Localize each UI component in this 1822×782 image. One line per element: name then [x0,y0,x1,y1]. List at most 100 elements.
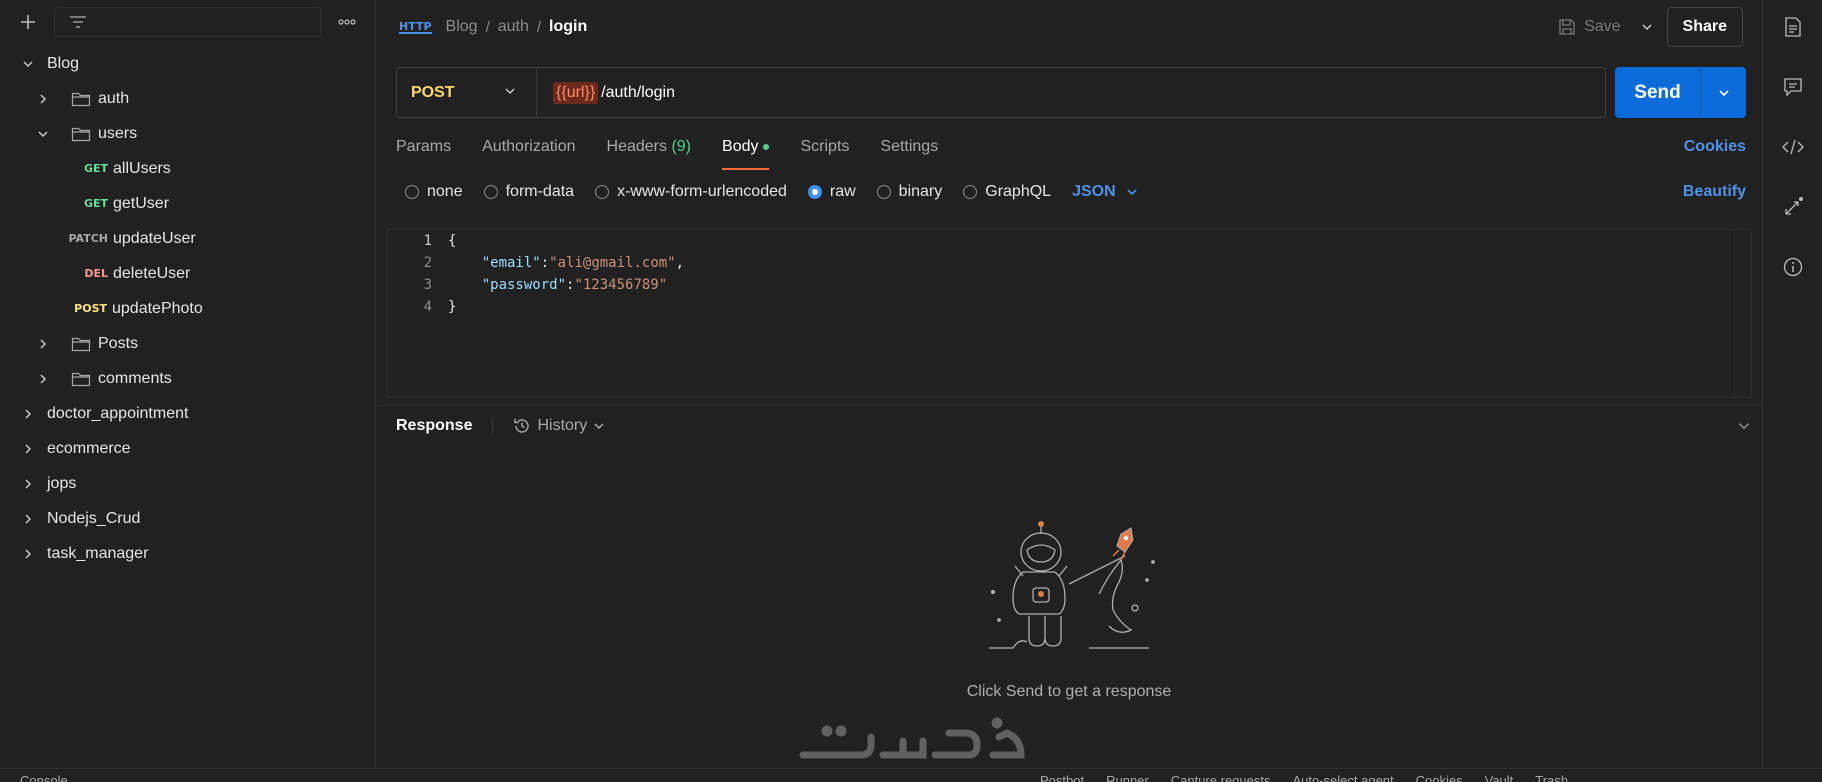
chevron-right-icon[interactable] [35,91,51,107]
language-select[interactable]: JSON [1072,183,1138,201]
folder-icon [71,370,91,388]
chevron-down-icon[interactable] [35,126,51,142]
tab-authorization[interactable]: Authorization [482,128,575,168]
json-value: "123456789" [574,277,668,293]
add-icon[interactable] [12,6,44,38]
method-badge: POST [74,302,107,315]
code-line: 2 "email":"ali@gmail.com", [388,252,1751,274]
body-code-editor[interactable]: 1 { 2 "email":"ali@gmail.com", 3 "passwo… [387,229,1752,398]
body-option-binary[interactable]: binary [876,183,942,201]
info-icon[interactable] [1781,255,1805,279]
url-path: /auth/login [601,83,675,101]
request-name[interactable]: login [549,18,587,36]
request-label: updateUser [113,229,196,247]
collection-item-blog[interactable]: Blog [0,46,375,81]
code-snippet-icon[interactable] [1781,135,1805,159]
send-options-chevron-down-icon[interactable] [1701,87,1746,99]
documentation-icon[interactable] [1781,15,1805,39]
right-rail [1762,0,1822,768]
status-auto-select-agent[interactable]: Auto-select agent [1292,773,1393,782]
folder-icon [71,335,91,353]
send-button[interactable]: Send [1615,82,1700,104]
save-options-chevron-down-icon[interactable] [1635,21,1659,33]
option-label: x-www-form-urlencoded [617,183,787,200]
code-text: "email":"ali@gmail.com", [481,255,685,271]
line-number: 3 [423,277,432,293]
status-vault[interactable]: Vault [1485,773,1514,782]
chevron-right-icon[interactable] [35,336,51,352]
request-item-getuser[interactable]: GET getUser [0,186,375,221]
radio-icon[interactable] [876,185,891,199]
url-input[interactable]: {{url}} /auth/login [537,81,675,104]
collection-label: Blog [47,54,80,72]
chevron-right-icon[interactable] [20,511,36,527]
share-button[interactable]: Share [1666,7,1743,47]
tab-headers[interactable]: Headers (9) [607,128,692,168]
tab-body[interactable]: Body [722,128,770,170]
breadcrumb-separator: / [536,18,542,36]
filter-icon [70,16,86,28]
body-option-form-data[interactable]: form-data [483,183,574,201]
collection-item-doctor-appointment[interactable]: doctor_appointment [0,396,375,431]
comments-icon[interactable] [1781,75,1805,99]
status-capture-requests[interactable]: Capture requests [1171,773,1271,782]
status-trash[interactable]: Trash [1535,773,1568,782]
tab-params[interactable]: Params [396,128,451,168]
radio-icon[interactable] [483,185,498,199]
chevron-right-icon[interactable] [20,441,36,457]
method-select[interactable]: POST [397,68,537,117]
chevron-right-icon[interactable] [20,476,36,492]
collection-label: Nodejs_Crud [47,509,141,527]
request-item-updatephoto[interactable]: POST updatePhoto [0,291,375,326]
folder-item-auth[interactable]: auth [0,81,375,116]
status-cookies[interactable]: Cookies [1416,773,1463,782]
breadcrumb-folder[interactable]: auth [498,18,529,36]
editor-scrollbar[interactable] [1734,230,1735,397]
chevron-right-icon[interactable] [20,546,36,562]
tab-settings[interactable]: Settings [880,128,938,168]
body-option-none[interactable]: none [405,183,463,201]
folder-item-users[interactable]: users [0,116,375,151]
chevron-right-icon[interactable] [20,406,36,422]
folder-label: auth [98,89,130,107]
collection-item-task-manager[interactable]: task_manager [0,536,375,571]
sidebar-search-input[interactable] [54,7,321,37]
collection-item-jops[interactable]: jops [0,466,375,501]
request-item-allusers[interactable]: GET allUsers [0,151,375,186]
history-dropdown[interactable]: History [513,417,605,435]
chevron-down-icon[interactable] [20,56,36,72]
body-option-raw[interactable]: raw [807,183,856,201]
radio-icon[interactable] [595,185,610,199]
tab-scripts[interactable]: Scripts [800,128,849,168]
cookies-link[interactable]: Cookies [1684,128,1746,156]
chevron-right-icon[interactable] [35,371,51,387]
http-request-icon: HTTP [399,19,432,34]
request-item-updateuser[interactable]: PATCH updateUser [0,221,375,256]
radio-icon[interactable] [963,185,978,199]
collection-item-nodejs-crud[interactable]: Nodejs_Crud [0,501,375,536]
method-badge: GET [83,162,108,175]
radio-selected-icon[interactable] [807,185,822,199]
more-options-icon[interactable] [331,6,363,38]
status-runner[interactable]: Runner [1106,773,1149,782]
console-button[interactable]: Console [20,773,68,782]
body-option-urlencoded[interactable]: x-www-form-urlencoded [595,183,787,201]
code-line: 1 { [388,230,1751,252]
beautify-button[interactable]: Beautify [1683,183,1746,201]
folder-icon [71,90,91,108]
save-button[interactable]: Save [1552,18,1626,36]
line-number: 2 [423,255,432,271]
body-option-graphql[interactable]: GraphQL [963,183,1051,201]
method-badge: GET [83,197,108,210]
related-collections-icon[interactable] [1781,195,1805,219]
tab-headers-label: Headers [606,138,667,155]
collection-item-ecommerce[interactable]: ecommerce [0,431,375,466]
collapse-chevron-down-icon[interactable] [1737,419,1751,433]
folder-item-comments[interactable]: comments [0,361,375,396]
request-item-deleteuser[interactable]: DEL deleteUser [0,256,375,291]
folder-label: Posts [98,334,139,352]
status-postbot[interactable]: Postbot [1040,773,1084,782]
radio-icon[interactable] [405,185,419,199]
folder-item-posts[interactable]: Posts [0,326,375,361]
breadcrumb-collection[interactable]: Blog [446,18,478,36]
